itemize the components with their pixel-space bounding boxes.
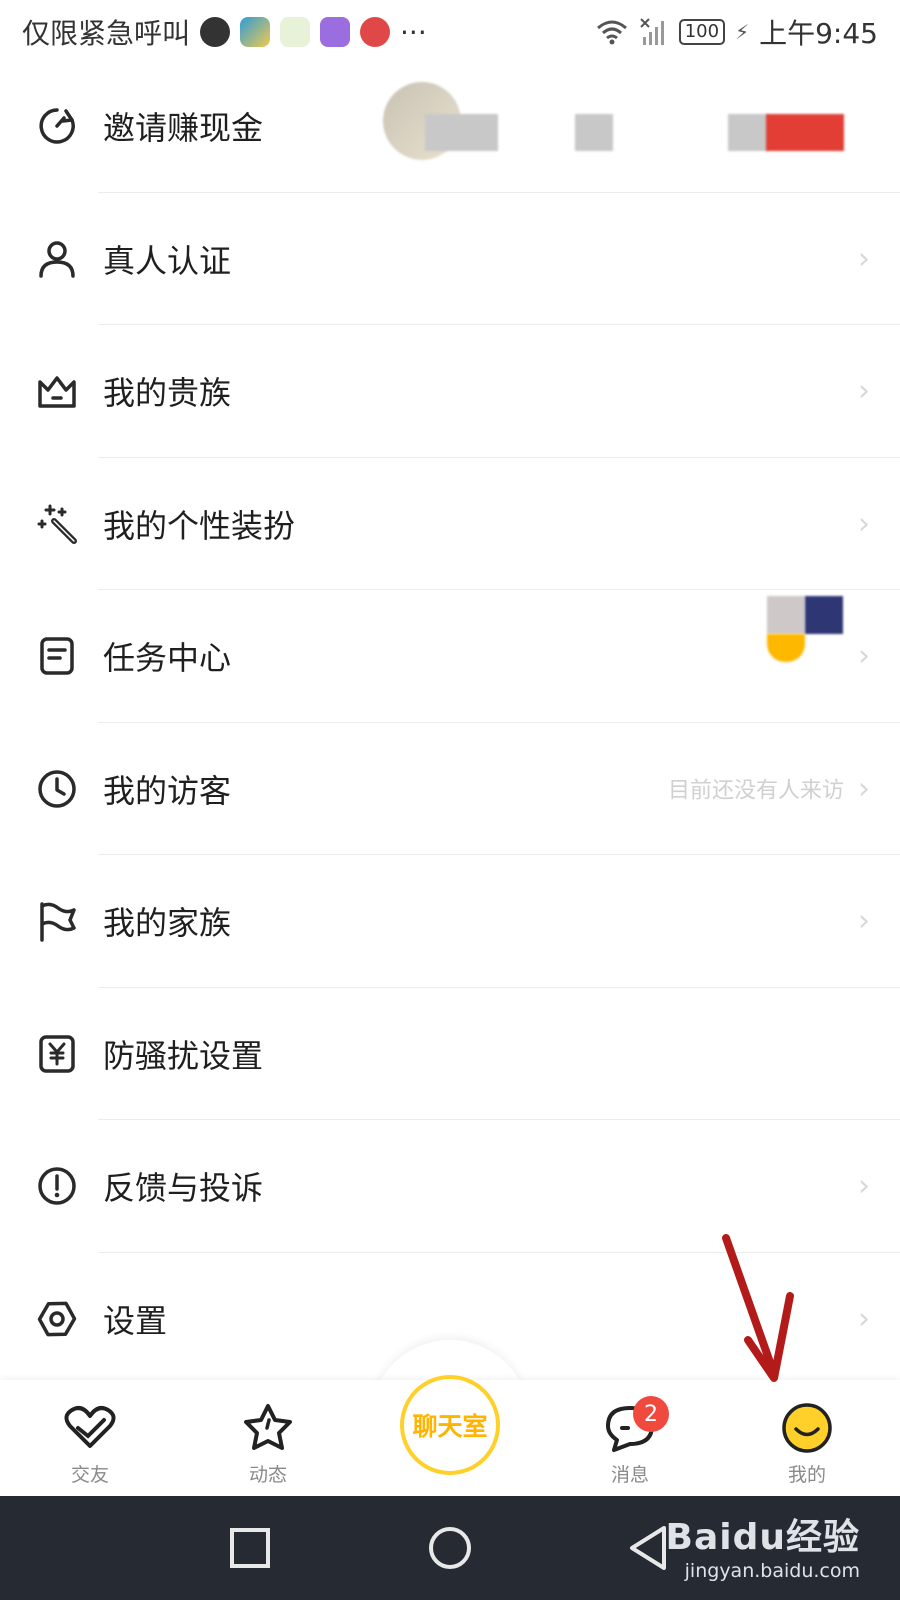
home-circle-icon[interactable] [418,1516,482,1580]
menu-item-invite-cash[interactable]: 邀请赚现金 [0,60,900,193]
tab-label: 我的 [787,1464,826,1486]
chevron-right-icon: › [858,1301,870,1337]
menu-item-label: 邀请赚现金 [103,109,264,148]
menu-item-my-dress-up[interactable]: 我的个性装扮 › [0,458,900,591]
menu-item-label: 我的家族 [103,904,232,943]
system-nav-bar: Baidu经验 jingyan.baidu.com [0,1496,900,1600]
app-notification-icon [280,17,311,47]
wifi-icon [596,20,627,45]
watermark-brand: Baidu经验 [665,1517,860,1558]
menu-item-right: › [858,241,870,276]
menu-item-right: › [858,374,870,409]
menu-item-right: › [858,1301,870,1336]
magic-wand-icon [35,502,79,546]
watermark-url: jingyan.baidu.com [684,1560,860,1582]
charging-icon: ⚡ [735,20,750,44]
app-notification-icon [320,17,351,47]
menu-list: 邀请赚现金 真人认证 › 我的贵族 › 我的个性装扮 › 任务中心 › 我的访客… [0,60,900,1385]
exclamation-circle-icon [35,1164,79,1208]
blurred-block [575,114,613,151]
app-notification-icon [240,17,271,47]
tab-mine[interactable]: 我的 [747,1398,867,1487]
status-right: 100 ⚡ 上午9:45 [595,12,878,52]
yen-box-icon [35,1032,79,1076]
baidu-watermark: Baidu经验 jingyan.baidu.com [666,1508,860,1582]
chatroom-button[interactable]: 聊天室 [400,1375,500,1475]
app-notification-icon [360,17,391,47]
menu-item-label: 我的贵族 [103,374,232,413]
emergency-calls-text: 仅限紧急呼叫 [22,17,191,50]
chevron-right-icon: › [858,1168,870,1204]
app-notification-icon [200,17,231,47]
chevron-right-icon: › [858,373,870,409]
menu-item-anti-harassment[interactable]: 防骚扰设置 [0,988,900,1121]
star-icon [244,1404,292,1450]
chevron-right-icon: › [858,241,870,277]
tab-label: 动态 [248,1464,287,1486]
heart-check-icon [64,1406,116,1448]
tab-label: 交友 [70,1464,109,1486]
tab-label: 消息 [610,1464,649,1486]
visitor-status-note: 目前还没有人来访 [667,778,844,804]
person-icon [35,237,79,281]
battery-indicator: 100 [678,19,726,45]
menu-item-right: › [858,506,870,541]
menu-item-my-visitors[interactable]: 我的访客 目前还没有人来访 › [0,723,900,856]
clock-icon [35,767,79,811]
menu-item-real-person-verify[interactable]: 真人认证 › [0,193,900,326]
chevron-right-icon: › [858,903,870,939]
menu-item-label: 我的个性装扮 [103,506,296,545]
menu-item-label: 设置 [103,1301,168,1340]
blurred-block [805,596,843,634]
more-notifications-icon: ··· [400,15,427,49]
tab-moments[interactable]: 动态 [208,1398,328,1487]
flag-icon [35,899,79,943]
menu-item-label: 任务中心 [103,639,232,678]
menu-item-right: › [858,904,870,939]
tab-friends[interactable]: 交友 [30,1398,150,1487]
blurred-block [767,596,805,634]
menu-item-right: › [858,1169,870,1204]
menu-item-right: › [858,639,870,674]
smiley-face-icon [782,1403,832,1453]
blurred-block [728,114,768,151]
menu-item-label: 防骚扰设置 [103,1036,264,1075]
chevron-right-icon: › [858,771,870,807]
crown-icon [35,369,79,413]
task-list-icon [35,634,79,678]
refresh-arrow-icon [35,104,79,148]
menu-item-label: 反馈与投诉 [103,1169,264,1208]
recent-apps-icon[interactable] [218,1516,282,1580]
clock-time: 上午9:45 [759,17,878,50]
tab-messages[interactable]: 消息 [570,1398,690,1487]
annotation-arrow [722,1234,794,1382]
chevron-right-icon: › [858,506,870,542]
no-signal-icon [639,18,664,45]
menu-item-my-family[interactable]: 我的家族 › [0,855,900,988]
chevron-right-icon: › [858,638,870,674]
menu-item-right: 目前还没有人来访 › [668,771,870,806]
gear-ring-icon [35,1297,79,1341]
menu-item-my-nobility[interactable]: 我的贵族 › [0,325,900,458]
blurred-red-block [766,114,844,151]
menu-item-task-center[interactable]: 任务中心 › [0,590,900,723]
blurred-yellow-block [767,634,805,662]
menu-item-label: 真人认证 [103,241,232,280]
status-left: 仅限紧急呼叫 ··· [22,12,427,52]
menu-item-label: 我的访客 [103,771,232,810]
blurred-block [425,114,498,151]
messages-badge: 2 [633,1396,669,1432]
status-bar: 仅限紧急呼叫 ··· 100 ⚡ 上午9:45 [0,0,900,64]
